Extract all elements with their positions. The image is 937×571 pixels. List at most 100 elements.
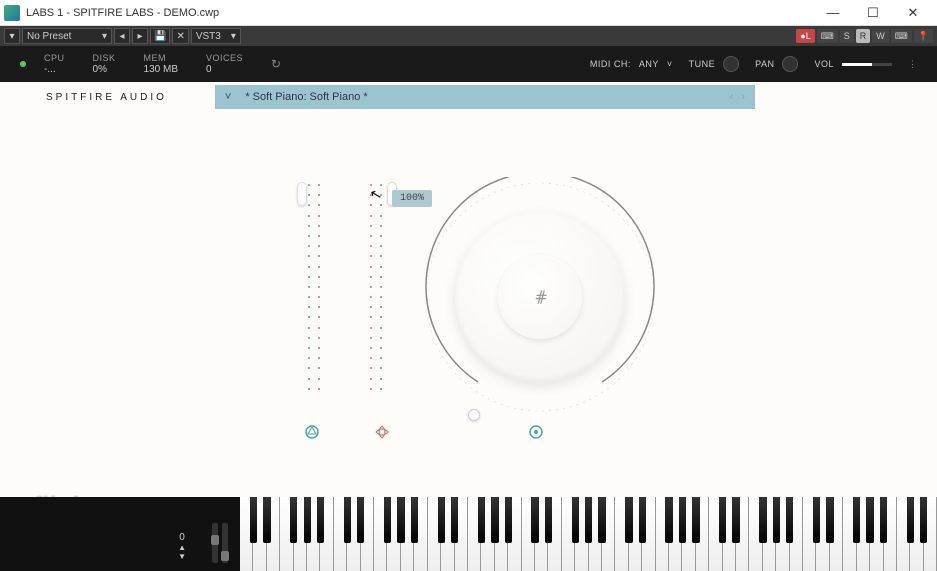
knob-logo-icon: ⋕ xyxy=(533,287,546,307)
expression-slider[interactable] xyxy=(300,182,324,392)
black-key[interactable] xyxy=(732,497,739,543)
pin-icon[interactable]: 📍 xyxy=(914,29,933,43)
rec-badge[interactable]: ●L xyxy=(796,29,814,43)
black-key[interactable] xyxy=(505,497,512,543)
plugin-header: SPITFIRE AUDIO ˅ * Soft Piano: Soft Pian… xyxy=(0,82,937,112)
w-badge[interactable]: W xyxy=(872,29,889,43)
black-key[interactable] xyxy=(907,497,914,543)
knob-handle[interactable] xyxy=(468,409,480,421)
delete-preset-button[interactable]: ✕ xyxy=(172,28,188,44)
black-key[interactable] xyxy=(665,497,672,543)
patch-name: * Soft Piano: Soft Piano * xyxy=(245,91,729,103)
chevron-down-icon: ▾ xyxy=(102,31,107,42)
plugin-format-select[interactable]: VST3 ▾ xyxy=(191,28,241,44)
plugin-format-label: VST3 xyxy=(196,31,221,42)
black-key[interactable] xyxy=(357,497,364,543)
black-key[interactable] xyxy=(598,497,605,543)
black-key[interactable] xyxy=(585,497,592,543)
octave-value: 0 xyxy=(179,532,185,543)
keyboard2-icon[interactable]: ⌨ xyxy=(891,29,912,43)
tune-label: TUNE xyxy=(689,59,716,69)
piano-keyboard[interactable] xyxy=(240,497,937,571)
keyboard-icon[interactable]: ⌨ xyxy=(817,29,838,43)
close-button[interactable]: ✕ xyxy=(893,0,933,26)
tune-knob[interactable] xyxy=(723,56,739,72)
next-preset-button[interactable]: ▸ xyxy=(132,28,148,44)
black-key[interactable] xyxy=(813,497,820,543)
black-key[interactable] xyxy=(290,497,297,543)
maximize-button[interactable]: ☐ xyxy=(853,0,893,26)
r-badge[interactable]: R xyxy=(856,29,871,43)
black-key[interactable] xyxy=(304,497,311,543)
black-key[interactable] xyxy=(826,497,833,543)
black-key[interactable] xyxy=(880,497,887,543)
black-key[interactable] xyxy=(531,497,538,543)
voices-stat: VOICES 0 xyxy=(206,53,243,75)
pan-label: PAN xyxy=(755,59,774,69)
black-key[interactable] xyxy=(625,497,632,543)
black-key[interactable] xyxy=(572,497,579,543)
black-key[interactable] xyxy=(679,497,686,543)
preset-label: No Preset xyxy=(27,31,71,42)
volume-slider[interactable] xyxy=(842,63,892,66)
refresh-icon[interactable]: ↻ xyxy=(271,57,281,71)
pitch-wheel[interactable] xyxy=(212,523,218,563)
plugin-main: ↖ 100% ⋕ xyxy=(0,112,937,497)
black-key[interactable] xyxy=(719,497,726,543)
prev-patch-button[interactable]: ‹ xyxy=(730,91,734,103)
reverb-knob[interactable]: ⋕ xyxy=(420,177,660,417)
reverb-icon[interactable] xyxy=(528,424,544,440)
black-key[interactable] xyxy=(397,497,404,543)
dynamics-slider[interactable] xyxy=(370,182,394,392)
mem-stat: MEM 130 MB xyxy=(144,53,178,75)
black-key[interactable] xyxy=(317,497,324,543)
black-key[interactable] xyxy=(920,497,927,543)
black-key[interactable] xyxy=(384,497,391,543)
black-key[interactable] xyxy=(250,497,257,543)
stats-bar: CPU -... DISK 0% MEM 130 MB VOICES 0 ↻ M… xyxy=(0,46,937,82)
window-titlebar: LABS 1 - SPITFIRE LABS - DEMO.cwp — ☐ ✕ xyxy=(0,0,937,26)
app-icon xyxy=(4,5,20,21)
pan-knob[interactable] xyxy=(782,56,798,72)
more-icon[interactable]: ⋮ xyxy=(908,59,917,70)
black-key[interactable] xyxy=(478,497,485,543)
black-key[interactable] xyxy=(263,497,270,543)
black-key[interactable] xyxy=(759,497,766,543)
patch-selector[interactable]: ˅ * Soft Piano: Soft Piano * ‹ › xyxy=(215,85,755,109)
chevron-down-icon: ˅ xyxy=(225,91,231,103)
black-key[interactable] xyxy=(491,497,498,543)
save-preset-button[interactable]: 💾 xyxy=(150,28,170,44)
chevron-down-icon: ▾ xyxy=(231,31,236,42)
brand-label: SPITFIRE AUDIO xyxy=(46,92,167,103)
s-badge[interactable]: S xyxy=(840,29,854,43)
disk-stat: DISK 0% xyxy=(93,53,116,75)
minimize-button[interactable]: — xyxy=(813,0,853,26)
octave-up-button[interactable]: ▲ xyxy=(178,543,186,552)
menu-button[interactable]: ▾ xyxy=(4,28,20,44)
octave-down-button[interactable]: ▼ xyxy=(178,552,186,561)
expression-icon[interactable] xyxy=(304,424,320,440)
black-key[interactable] xyxy=(344,497,351,543)
black-key[interactable] xyxy=(451,497,458,543)
black-key[interactable] xyxy=(545,497,552,543)
chevron-down-icon: ˅ xyxy=(667,59,673,69)
host-toolbar: ▾ No Preset ▾ ◂ ▸ 💾 ✕ VST3 ▾ ●L ⌨ S R W … xyxy=(0,26,937,46)
slider-scale-grey xyxy=(380,182,386,392)
dynamics-icon[interactable] xyxy=(374,424,390,440)
black-key[interactable] xyxy=(692,497,699,543)
black-key[interactable] xyxy=(866,497,873,543)
next-patch-button[interactable]: › xyxy=(741,91,745,103)
mod-wheel[interactable] xyxy=(222,523,228,563)
prev-preset-button[interactable]: ◂ xyxy=(114,28,130,44)
black-key[interactable] xyxy=(639,497,646,543)
black-key[interactable] xyxy=(853,497,860,543)
keyboard-controls: 0 ▲ ▼ xyxy=(0,497,240,571)
black-key[interactable] xyxy=(438,497,445,543)
status-dot xyxy=(20,61,26,67)
keyboard-strip: 0 ▲ ▼ xyxy=(0,497,937,571)
midi-channel-select[interactable]: MIDI CH: ANY ˅ xyxy=(590,59,673,69)
black-key[interactable] xyxy=(773,497,780,543)
black-key[interactable] xyxy=(786,497,793,543)
preset-select[interactable]: No Preset ▾ xyxy=(22,28,112,44)
black-key[interactable] xyxy=(411,497,418,543)
